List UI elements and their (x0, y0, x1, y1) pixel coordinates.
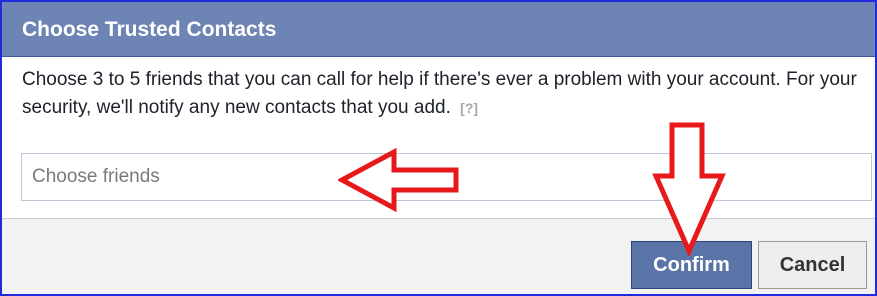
dialog-footer: Confirm Cancel (2, 218, 875, 294)
confirm-button[interactable]: Confirm (631, 241, 752, 289)
dialog-title: Choose Trusted Contacts (22, 18, 277, 41)
cancel-button[interactable]: Cancel (758, 241, 867, 289)
dialog-description: Choose 3 to 5 friends that you can call … (22, 66, 862, 122)
help-link[interactable]: [?] (460, 100, 478, 116)
dialog-header: Choose Trusted Contacts (2, 2, 875, 57)
trusted-contacts-dialog: Choose Trusted Contacts Choose 3 to 5 fr… (0, 0, 877, 296)
description-text: Choose 3 to 5 friends that you can call … (22, 69, 857, 118)
choose-friends-input[interactable] (21, 153, 872, 201)
